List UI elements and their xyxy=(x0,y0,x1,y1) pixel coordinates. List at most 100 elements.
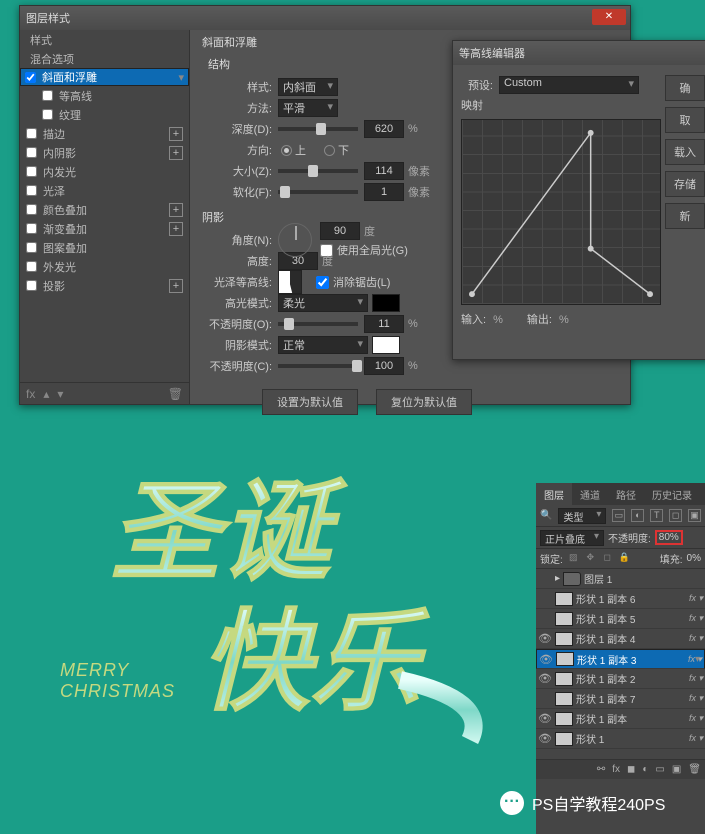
effect-checkbox[interactable] xyxy=(26,242,37,253)
effects-item-color[interactable]: 颜色叠加+ xyxy=(20,200,189,219)
highlight-opacity-slider[interactable] xyxy=(278,322,358,326)
mask-icon[interactable]: ◼ xyxy=(627,764,635,775)
down-icon[interactable]: ▾ xyxy=(57,387,63,401)
effect-checkbox[interactable] xyxy=(26,166,37,177)
effect-checkbox[interactable] xyxy=(42,90,53,101)
dir-down-radio[interactable] xyxy=(324,145,335,156)
trash-icon[interactable]: 🗑 xyxy=(688,764,701,775)
effects-item-inner-glow[interactable]: 内发光 xyxy=(20,162,189,181)
layer-row[interactable]: 👁形状 1 副本 4fx ▾ xyxy=(536,629,705,649)
plus-icon[interactable]: + xyxy=(169,222,183,236)
effects-item-pattern[interactable]: 图案叠加 xyxy=(20,238,189,257)
layer-row[interactable]: 👁形状 1 副本 2fx ▾ xyxy=(536,669,705,689)
plus-icon[interactable]: + xyxy=(169,203,183,217)
effects-item-texture[interactable]: 纹理 xyxy=(20,105,189,124)
layer-row[interactable]: 形状 1 副本 5fx ▾ xyxy=(536,609,705,629)
effects-item-inner-shadow[interactable]: 内阴影+ xyxy=(20,143,189,162)
tab-paths[interactable]: 路径 xyxy=(608,483,644,505)
effect-checkbox[interactable] xyxy=(26,204,37,215)
layer-row[interactable]: 形状 1 副本 7fx ▾ xyxy=(536,689,705,709)
effect-checkbox[interactable] xyxy=(25,72,36,83)
blend-mode-select[interactable]: 正片叠底 xyxy=(540,530,604,546)
layer-group[interactable]: ▸图层 1 xyxy=(536,569,705,589)
soften-slider[interactable] xyxy=(278,190,358,194)
effect-checkbox[interactable] xyxy=(26,223,37,234)
plus-icon[interactable]: + xyxy=(169,146,183,160)
tab-layers[interactable]: 图层 xyxy=(536,483,572,505)
effect-checkbox[interactable] xyxy=(26,261,37,272)
kind-select[interactable]: 类型 xyxy=(558,508,606,524)
curve-grid[interactable] xyxy=(461,119,661,305)
cancel-button[interactable]: 取 xyxy=(665,107,705,133)
new-layer-icon[interactable]: ▣ xyxy=(672,764,681,775)
make-default-button[interactable]: 设置为默认值 xyxy=(262,389,358,415)
effects-item-stroke[interactable]: 描边+ xyxy=(20,124,189,143)
lock-position-icon[interactable]: ✥ xyxy=(584,552,597,565)
reset-default-button[interactable]: 复位为默认值 xyxy=(376,389,472,415)
highlight-mode-select[interactable]: 柔光 xyxy=(278,294,368,312)
effect-checkbox[interactable] xyxy=(42,109,53,120)
shadow-opacity-input[interactable]: 100 xyxy=(364,357,404,375)
layer-row-selected[interactable]: 👁形状 1 副本 3fx ▾ xyxy=(536,649,705,669)
filter-smart-icon[interactable]: ▣ xyxy=(688,509,701,522)
size-input[interactable]: 114 xyxy=(364,162,404,180)
effects-item[interactable]: 样式 xyxy=(20,30,189,49)
effects-item-contour[interactable]: 等高线 xyxy=(20,86,189,105)
filter-type-icon[interactable]: T xyxy=(650,509,663,522)
opacity-input[interactable]: 80% xyxy=(655,530,683,545)
depth-slider[interactable] xyxy=(278,127,358,131)
preset-select[interactable]: Custom xyxy=(499,76,639,94)
new-button[interactable]: 新 xyxy=(665,203,705,229)
fx-icon[interactable]: fx xyxy=(26,387,35,401)
filter-adjust-icon[interactable]: ◐ xyxy=(631,509,644,522)
highlight-opacity-input[interactable]: 11 xyxy=(364,315,404,333)
effects-item-satin[interactable]: 光泽 xyxy=(20,181,189,200)
tab-channels[interactable]: 通道 xyxy=(572,483,608,505)
effect-checkbox[interactable] xyxy=(26,185,37,196)
size-slider[interactable] xyxy=(278,169,358,173)
effects-item-bevel[interactable]: 斜面和浮雕 xyxy=(20,68,189,86)
layer-row[interactable]: 👁形状 1fx ▾ xyxy=(536,729,705,749)
lock-all-icon[interactable]: 🔒 xyxy=(618,552,631,565)
shadow-mode-select[interactable]: 正常 xyxy=(278,336,368,354)
effects-item[interactable]: 混合选项 xyxy=(20,49,189,68)
depth-input[interactable]: 620 xyxy=(364,120,404,138)
search-icon[interactable]: 🔍 xyxy=(540,510,552,521)
layer-row[interactable]: 👁形状 1 副本fx ▾ xyxy=(536,709,705,729)
plus-icon[interactable]: + xyxy=(169,279,183,293)
ok-button[interactable]: 确 xyxy=(665,75,705,101)
gloss-contour[interactable] xyxy=(278,270,302,294)
fill-input[interactable]: 0% xyxy=(687,553,701,564)
fx-icon[interactable]: fx xyxy=(612,764,620,775)
effect-checkbox[interactable] xyxy=(26,147,37,158)
filter-shape-icon[interactable]: ◻ xyxy=(669,509,682,522)
antialias-checkbox[interactable] xyxy=(316,276,329,289)
soften-input[interactable]: 1 xyxy=(364,183,404,201)
tab-history[interactable]: 历史记录 xyxy=(644,483,700,505)
close-icon[interactable]: ✕ xyxy=(592,9,626,25)
shadow-color[interactable] xyxy=(372,336,400,354)
link-icon[interactable]: ⚯ xyxy=(597,764,605,775)
angle-wheel[interactable] xyxy=(278,223,312,257)
effect-checkbox[interactable] xyxy=(26,280,37,291)
adjust-icon[interactable]: ◐ xyxy=(642,764,648,775)
style-select[interactable]: 内斜面 xyxy=(278,78,338,96)
group-icon[interactable]: ▭ xyxy=(655,764,664,775)
load-button[interactable]: 载入 xyxy=(665,139,705,165)
dir-up-radio[interactable] xyxy=(281,145,292,156)
save-button[interactable]: 存储 xyxy=(665,171,705,197)
effects-item-outer-glow[interactable]: 外发光 xyxy=(20,257,189,276)
angle-input[interactable]: 90 xyxy=(320,222,360,240)
effects-item-gradient[interactable]: 渐变叠加+ xyxy=(20,219,189,238)
highlight-color[interactable] xyxy=(372,294,400,312)
contour-titlebar[interactable]: 等高线编辑器 xyxy=(453,41,705,65)
filter-image-icon[interactable]: ▭ xyxy=(612,509,625,522)
shadow-opacity-slider[interactable] xyxy=(278,364,358,368)
lock-pixels-icon[interactable]: ▨ xyxy=(567,552,580,565)
layer-style-titlebar[interactable]: 图层样式 ✕ xyxy=(20,6,630,30)
plus-icon[interactable]: + xyxy=(169,127,183,141)
trash-icon[interactable]: 🗑 xyxy=(168,387,183,401)
effects-item-drop-shadow[interactable]: 投影+ xyxy=(20,276,189,295)
layer-row[interactable]: 形状 1 副本 6fx ▾ xyxy=(536,589,705,609)
technique-select[interactable]: 平滑 xyxy=(278,99,338,117)
